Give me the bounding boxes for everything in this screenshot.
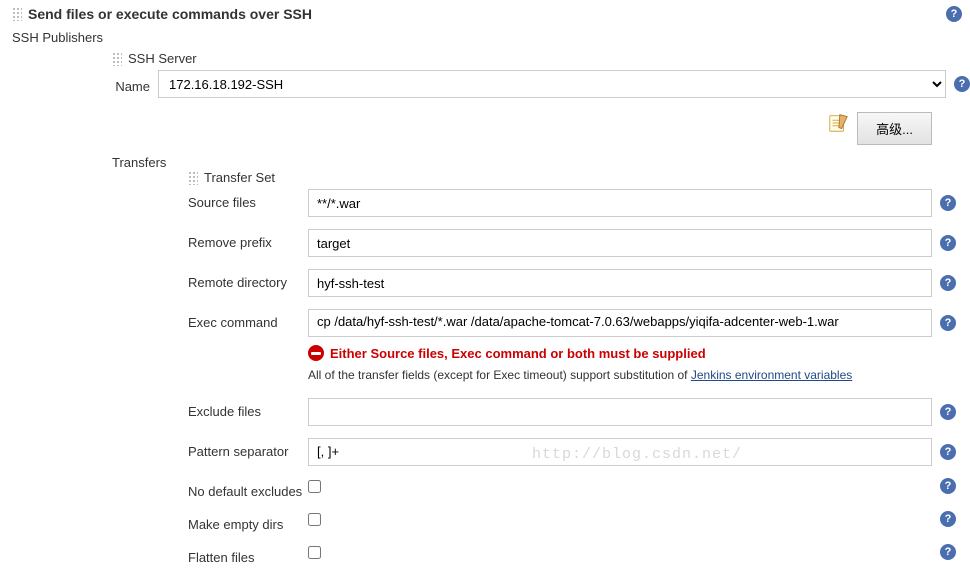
exec-command-input[interactable] (308, 309, 932, 337)
no-default-excludes-checkbox[interactable] (308, 480, 321, 493)
exclude-files-input[interactable] (308, 398, 932, 426)
notepad-icon[interactable] (827, 112, 849, 134)
error-icon (308, 345, 324, 361)
ssh-publishers-label: SSH Publishers (0, 26, 970, 49)
help-icon[interactable]: ? (940, 315, 956, 331)
no-default-excludes-label: No default excludes (188, 478, 308, 499)
help-icon[interactable]: ? (940, 511, 956, 527)
exec-command-label: Exec command (188, 309, 308, 330)
help-icon[interactable]: ? (940, 275, 956, 291)
source-files-label: Source files (188, 189, 308, 210)
server-name-select[interactable]: 172.16.18.192-SSH (158, 70, 946, 98)
help-icon[interactable]: ? (940, 235, 956, 251)
advanced-button[interactable]: 高级... (857, 112, 932, 145)
transfer-set-title: Transfer Set (204, 170, 275, 185)
ssh-server-title: SSH Server (128, 51, 197, 66)
make-empty-dirs-checkbox[interactable] (308, 513, 321, 526)
drag-handle-icon[interactable] (112, 52, 122, 66)
help-icon[interactable]: ? (940, 195, 956, 211)
help-icon[interactable]: ? (940, 444, 956, 460)
hint-text: All of the transfer fields (except for E… (308, 367, 948, 384)
drag-handle-icon[interactable] (188, 171, 198, 185)
help-icon[interactable]: ? (940, 544, 956, 560)
exclude-files-label: Exclude files (188, 398, 308, 419)
flatten-files-label: Flatten files (188, 544, 308, 565)
pattern-separator-input[interactable] (308, 438, 932, 466)
flatten-files-checkbox[interactable] (308, 546, 321, 559)
pattern-separator-label: Pattern separator (188, 438, 308, 459)
drag-handle-icon[interactable] (12, 7, 22, 21)
make-empty-dirs-label: Make empty dirs (188, 511, 308, 532)
section-title: Send files or execute commands over SSH (28, 6, 312, 22)
help-icon[interactable]: ? (940, 478, 956, 494)
transfers-label: Transfers (112, 155, 176, 170)
help-icon[interactable]: ? (954, 76, 970, 92)
source-files-input[interactable] (308, 189, 932, 217)
help-icon[interactable]: ? (940, 404, 956, 420)
server-name-label: Name (112, 75, 158, 94)
jenkins-env-link[interactable]: Jenkins environment variables (691, 368, 852, 382)
help-icon[interactable]: ? (946, 6, 962, 22)
remote-directory-label: Remote directory (188, 269, 308, 290)
error-text: Either Source files, Exec command or bot… (330, 346, 706, 361)
remove-prefix-label: Remove prefix (188, 229, 308, 250)
remote-directory-input[interactable] (308, 269, 932, 297)
remove-prefix-input[interactable] (308, 229, 932, 257)
